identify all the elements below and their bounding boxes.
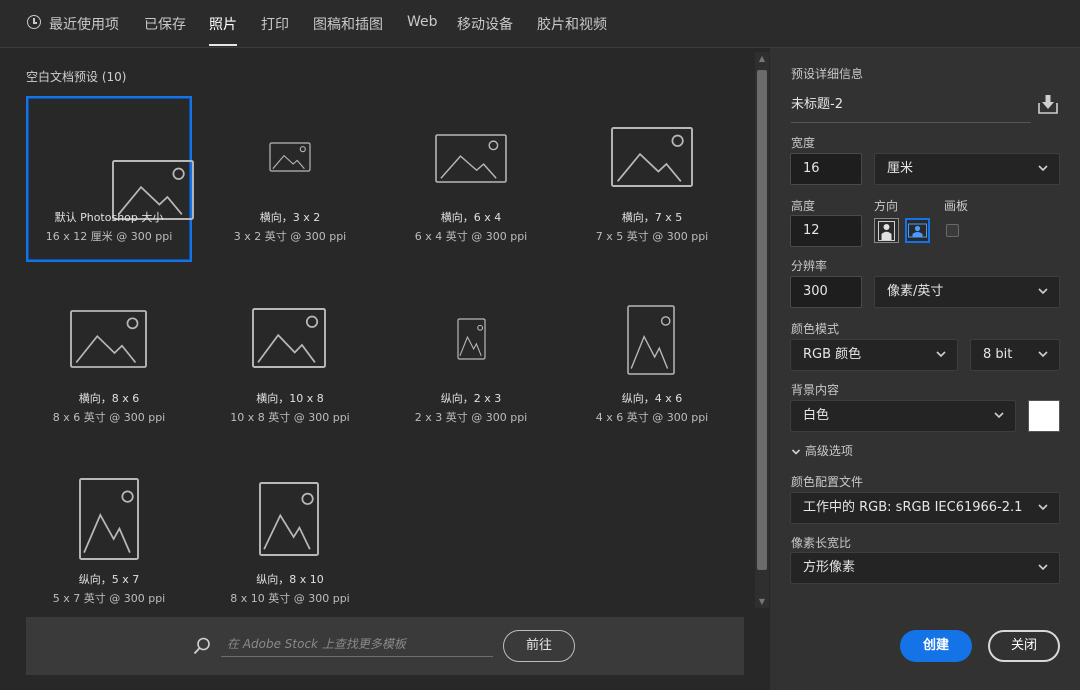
bit-depth-select[interactable]: 8 bit [970,339,1060,371]
preset-name: 纵向，5 x 7 [78,573,140,586]
preset-card[interactable]: 纵向，8 x 10 8 x 10 英寸 @ 300 ppi [207,458,373,624]
scrollbar-thumb[interactable] [757,70,767,570]
chevron-down-icon [1038,564,1048,571]
preset-card[interactable]: 横向，7 x 5 7 x 5 英寸 @ 300 ppi [569,96,735,262]
portrait-person-icon [878,221,895,241]
color-profile-value: 工作中的 RGB: sRGB IEC61966-2.1 [803,500,1023,515]
artboard-checkbox[interactable] [946,224,959,237]
width-unit-value: 厘米 [887,161,914,176]
preset-name: 纵向，8 x 10 [256,573,324,586]
adobe-stock-search-bar: 前往 [26,617,744,675]
background-value: 白色 [803,408,830,423]
details-section-title: 预设详细信息 [791,67,864,81]
chevron-down-icon [1038,165,1048,172]
tab-art-illustration[interactable]: 图稿和插图 [313,14,383,34]
width-label: 宽度 [791,136,816,150]
width-field[interactable]: 16 [790,153,862,185]
presets-title: 空白文档预设 (10) [26,70,127,84]
height-field[interactable]: 12 [790,215,862,247]
close-button[interactable]: 关闭 [988,630,1060,662]
landscape-person-icon [908,223,927,238]
preset-card[interactable]: 默认 Photoshop 大小 16 x 12 厘米 @ 300 ppi [26,96,194,262]
background-select[interactable]: 白色 [790,400,1016,432]
scroll-up-arrow-icon[interactable]: ▲ [755,54,769,63]
portrait-orientation-button[interactable] [874,218,899,243]
pixel-aspect-label: 像素长宽比 [791,536,852,550]
save-preset-icon[interactable] [1037,93,1059,115]
tab-recent[interactable]: 最近使用项 [49,14,119,34]
tab-film-video[interactable]: 胶片和视频 [537,14,607,34]
chevron-down-icon [1038,288,1048,295]
preset-name: 横向，6 x 4 [440,211,502,224]
category-tab-bar: 最近使用项 已保存 照片 打印 图稿和插图 Web 移动设备 胶片和视频 [0,0,1080,48]
color-profile-select[interactable]: 工作中的 RGB: sRGB IEC61966-2.1 [790,492,1060,524]
preset-name: 横向，7 x 5 [621,211,683,224]
preset-card[interactable]: 横向，8 x 6 8 x 6 英寸 @ 300 ppi [26,277,192,443]
tab-print[interactable]: 打印 [261,14,289,34]
background-color-swatch[interactable] [1028,400,1060,432]
tab-web[interactable]: Web [407,14,438,30]
width-unit-select[interactable]: 厘米 [874,153,1060,185]
tab-photo[interactable]: 照片 [209,14,237,46]
chevron-down-icon [1038,504,1048,511]
landscape-orientation-button[interactable] [905,218,930,243]
scroll-down-arrow-icon[interactable]: ▼ [755,597,769,606]
color-mode-value: RGB 颜色 [803,347,862,362]
preset-card[interactable]: 横向，3 x 2 3 x 2 英寸 @ 300 ppi [207,96,373,262]
preset-card[interactable]: 纵向，2 x 3 2 x 3 英寸 @ 300 ppi [388,277,554,443]
advanced-options-label: 高级选项 [804,444,853,458]
chevron-down-icon [1038,351,1048,358]
preset-name: 横向，8 x 6 [78,392,140,405]
artboard-label: 画板 [944,199,969,213]
preset-size: 10 x 8 英寸 @ 300 ppi [230,411,350,424]
color-mode-label: 颜色模式 [791,322,840,336]
preset-size: 5 x 7 英寸 @ 300 ppi [52,592,166,605]
resolution-label: 分辨率 [791,259,828,273]
color-profile-label: 颜色配置文件 [791,475,864,489]
preset-size: 8 x 6 英寸 @ 300 ppi [52,411,166,424]
resolution-unit-value: 像素/英寸 [887,284,944,299]
preset-card[interactable]: 横向，10 x 8 10 x 8 英寸 @ 300 ppi [207,277,373,443]
preset-name: 纵向，2 x 3 [440,392,502,405]
preset-size: 3 x 2 英寸 @ 300 ppi [233,230,347,243]
preset-name: 纵向，4 x 6 [621,392,683,405]
preset-name: 横向，3 x 2 [259,211,321,224]
preset-size: 6 x 4 英寸 @ 300 ppi [414,230,528,243]
color-mode-select[interactable]: RGB 颜色 [790,339,958,371]
orientation-label: 方向 [874,199,899,213]
blank-document-presets-panel: 空白文档预设 (10) 默认 Photoshop 大小 16 x 12 厘米 @… [0,48,770,690]
document-name-field[interactable]: 未标题-2 [791,94,1031,123]
preset-size: 2 x 3 英寸 @ 300 ppi [414,411,528,424]
background-label: 背景内容 [791,383,840,397]
resolution-unit-select[interactable]: 像素/英寸 [874,276,1060,308]
bit-depth-value: 8 bit [983,347,1013,362]
preset-card[interactable]: 横向，6 x 4 6 x 4 英寸 @ 300 ppi [388,96,554,262]
search-icon [193,637,210,655]
preset-size: 8 x 10 英寸 @ 300 ppi [230,592,350,605]
resolution-field[interactable]: 300 [790,276,862,308]
preset-size: 4 x 6 英寸 @ 300 ppi [595,411,709,424]
tab-saved[interactable]: 已保存 [144,14,186,34]
preset-details-panel: 预设详细信息 未标题-2 宽度 16 厘米 高度 12 方向 画板 分辨率 30… [771,48,1080,690]
preset-name: 横向，10 x 8 [256,392,324,405]
preset-name: 默认 Photoshop 大小 [54,211,164,224]
preset-size: 16 x 12 厘米 @ 300 ppi [45,230,173,243]
stock-search-input[interactable] [221,631,493,657]
go-button[interactable]: 前往 [503,630,575,662]
chevron-down-icon [791,448,801,455]
preset-card[interactable]: 纵向，5 x 7 5 x 7 英寸 @ 300 ppi [26,458,192,624]
chevron-down-icon [936,351,946,358]
pixel-aspect-value: 方形像素 [803,560,856,575]
chevron-down-icon [994,412,1004,419]
height-label: 高度 [791,199,816,213]
create-button[interactable]: 创建 [900,630,972,662]
tab-mobile[interactable]: 移动设备 [457,14,513,34]
presets-scrollbar[interactable]: ▲ ▼ [755,52,769,608]
advanced-options-toggle[interactable]: 高级选项 [791,442,853,459]
preset-card[interactable]: 纵向，4 x 6 4 x 6 英寸 @ 300 ppi [569,277,735,443]
preset-size: 7 x 5 英寸 @ 300 ppi [595,230,709,243]
clock-icon [27,15,41,29]
pixel-aspect-select[interactable]: 方形像素 [790,552,1060,584]
